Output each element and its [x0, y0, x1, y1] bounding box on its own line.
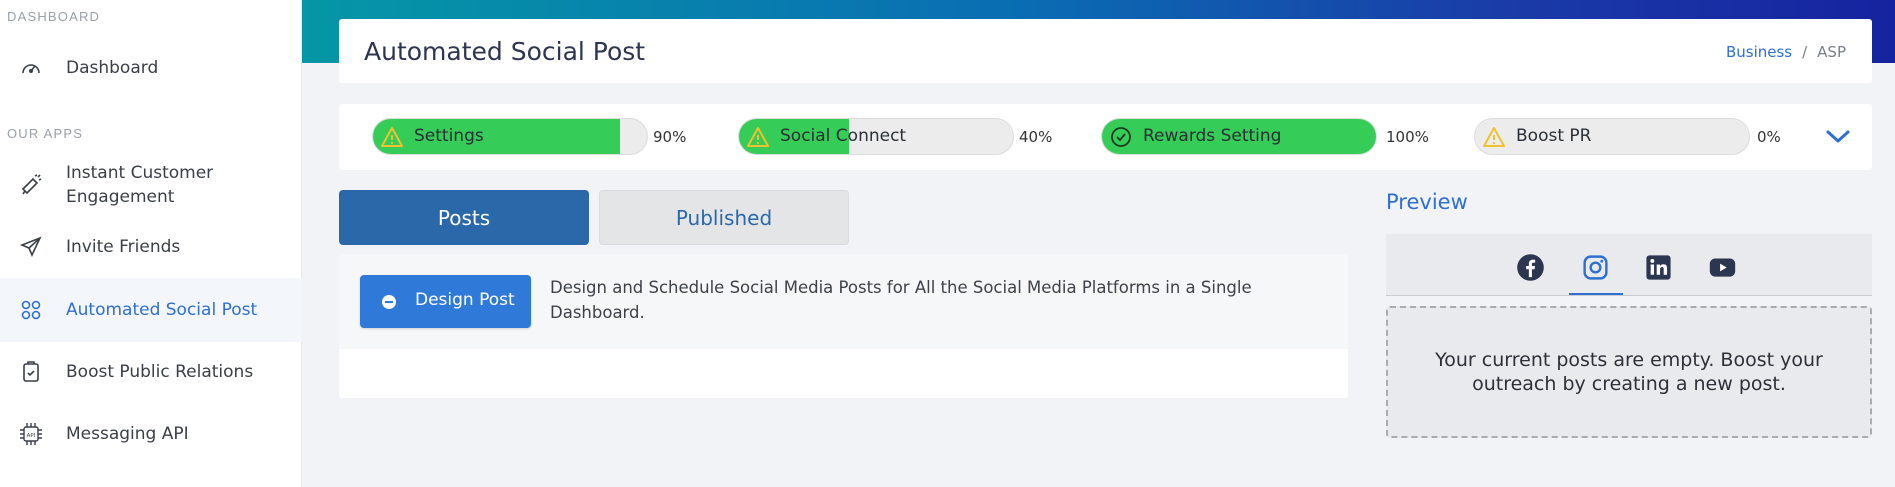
badge-icon	[18, 359, 44, 385]
social-grid-icon	[18, 297, 44, 323]
design-post-button[interactable]: Design Post	[360, 275, 531, 328]
progress-percent: 100%	[1386, 128, 1429, 146]
sidebar-item-boost-public-relations[interactable]: Boost Public Relations	[0, 354, 302, 390]
breadcrumb: Business / ASP	[1726, 43, 1846, 61]
empty-posts-message-box: Your current posts are empty. Boost your…	[1386, 306, 1872, 438]
svg-text:API: API	[27, 433, 36, 439]
setup-progress-card: Settings 90% Social Connect 40% Rewards …	[339, 104, 1872, 170]
progress-fill	[373, 119, 620, 154]
preview-title: Preview	[1386, 190, 1468, 214]
section-label-dashboard: DASHBOARD	[7, 9, 101, 24]
sidebar: DASHBOARD Dashboard OUR APPS Instant Cus…	[0, 0, 302, 487]
progress-label: Boost PR	[1516, 126, 1592, 146]
api-chip-icon: API	[18, 421, 44, 447]
design-post-description: Design and Schedule Social Media Posts f…	[550, 278, 1252, 322]
tab-published[interactable]: Published	[599, 190, 849, 245]
sidebar-item-label: Boost Public Relations	[66, 362, 254, 382]
paper-plane-icon	[18, 234, 44, 260]
sidebar-item-label: Dashboard	[66, 58, 159, 78]
progress-percent: 40%	[1019, 128, 1053, 146]
check-circle-icon	[1111, 127, 1131, 147]
progress-label: Social Connect	[780, 126, 907, 146]
progress-bar-social-connect[interactable]: Social Connect	[738, 118, 1014, 155]
preview-platform-tabs	[1386, 234, 1872, 296]
youtube-icon[interactable]	[1708, 253, 1737, 282]
empty-posts-message: Your current posts are empty. Boost your…	[1435, 349, 1823, 395]
progress-bar-rewards-setting[interactable]: Rewards Setting	[1101, 118, 1377, 155]
progress-percent: 0%	[1757, 128, 1781, 146]
design-post-row: Design Post Design and Schedule Social M…	[339, 254, 1348, 349]
page-header: Automated Social Post Business / ASP	[339, 19, 1872, 83]
sidebar-item-label: Automated Social Post	[66, 300, 258, 320]
sidebar-item-label: Instant Customer Engagement	[66, 163, 214, 207]
linkedin-icon[interactable]	[1644, 253, 1673, 282]
breadcrumb-link-business[interactable]: Business	[1726, 43, 1792, 61]
sidebar-item-automated-social-post[interactable]: Automated Social Post	[0, 278, 302, 342]
megaphone-icon	[18, 172, 44, 198]
sidebar-item-messaging-api[interactable]: API Messaging API	[0, 416, 302, 452]
warning-icon	[1483, 127, 1505, 147]
sidebar-item-label: Invite Friends	[66, 237, 181, 257]
progress-bar-boost-pr[interactable]: Boost PR	[1474, 118, 1750, 155]
facebook-icon[interactable]	[1516, 253, 1545, 282]
tab-posts[interactable]: Posts	[339, 190, 589, 245]
plus-circle-icon	[382, 295, 396, 309]
posts-panel: Design Post Design and Schedule Social M…	[339, 254, 1348, 398]
progress-bar-settings[interactable]: Settings	[372, 118, 648, 155]
sidebar-item-invite-friends[interactable]: Invite Friends	[0, 229, 302, 265]
progress-percent: 90%	[653, 128, 687, 146]
section-label-apps: OUR APPS	[7, 126, 84, 141]
warning-icon	[381, 127, 403, 147]
warning-icon	[747, 127, 769, 147]
breadcrumb-current: ASP	[1817, 43, 1846, 61]
design-post-label: Design Post	[415, 290, 515, 310]
progress-label: Settings	[414, 126, 484, 146]
sidebar-item-instant-customer-engagement[interactable]: Instant Customer Engagement	[0, 158, 302, 212]
instagram-icon[interactable]	[1581, 253, 1610, 282]
breadcrumb-separator: /	[1802, 43, 1808, 61]
chevron-down-icon[interactable]	[1824, 126, 1852, 146]
active-platform-indicator	[1569, 293, 1623, 295]
page-title: Automated Social Post	[364, 37, 646, 66]
progress-label: Rewards Setting	[1143, 126, 1282, 146]
speedometer-icon	[18, 55, 44, 81]
sidebar-item-label: Messaging API	[66, 424, 189, 444]
sidebar-item-dashboard[interactable]: Dashboard	[0, 50, 302, 86]
